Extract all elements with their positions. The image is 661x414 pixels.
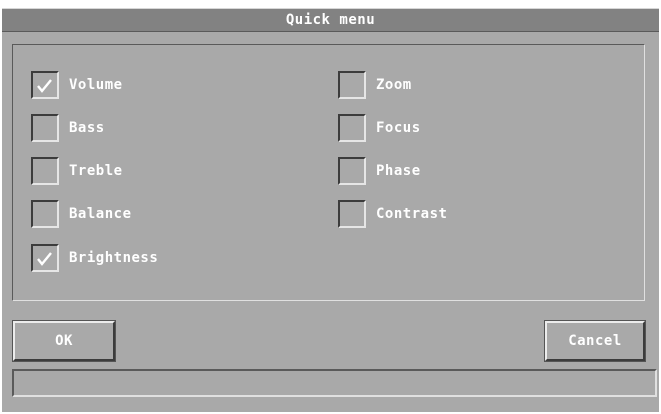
checkbox-box[interactable] <box>31 157 59 185</box>
checkbox-box[interactable] <box>31 244 59 272</box>
checkbox-balance[interactable]: Balance <box>31 199 132 229</box>
options-group: Volume Bass Treble Balance Brightness Zo… <box>12 44 645 301</box>
title-bar: Quick menu <box>2 8 659 32</box>
checkbox-label: Brightness <box>69 250 159 266</box>
checkbox-label: Treble <box>69 163 123 179</box>
checkbox-phase[interactable]: Phase <box>338 156 421 186</box>
checkbox-zoom[interactable]: Zoom <box>338 70 412 100</box>
checkbox-brightness[interactable]: Brightness <box>31 243 158 273</box>
checkbox-label: Contrast <box>376 206 448 222</box>
checkbox-box[interactable] <box>31 114 59 142</box>
status-bar <box>12 369 657 397</box>
checkbox-box[interactable] <box>338 157 366 185</box>
checkmark-icon <box>37 79 52 93</box>
checkbox-bass[interactable]: Bass <box>31 113 105 143</box>
quick-menu-dialog: Quick menu Volume Bass Treble Balance Br… <box>2 8 659 412</box>
checkmark-icon <box>37 252 52 266</box>
checkbox-box[interactable] <box>31 200 59 228</box>
ok-button[interactable]: OK <box>12 320 116 362</box>
cancel-button[interactable]: Cancel <box>544 320 646 362</box>
checkbox-label: Volume <box>69 77 123 93</box>
checkbox-box[interactable] <box>31 71 59 99</box>
checkbox-label: Bass <box>69 120 105 136</box>
checkbox-label: Phase <box>376 163 421 179</box>
checkbox-label: Zoom <box>376 77 412 93</box>
checkbox-focus[interactable]: Focus <box>338 113 421 143</box>
checkbox-contrast[interactable]: Contrast <box>338 199 447 229</box>
window-title: Quick menu <box>285 12 376 28</box>
checkbox-label: Focus <box>376 120 421 136</box>
checkbox-volume[interactable]: Volume <box>31 70 123 100</box>
checkbox-label: Balance <box>69 206 132 222</box>
checkbox-treble[interactable]: Treble <box>31 156 123 186</box>
checkbox-box[interactable] <box>338 71 366 99</box>
checkbox-box[interactable] <box>338 114 366 142</box>
checkbox-box[interactable] <box>338 200 366 228</box>
